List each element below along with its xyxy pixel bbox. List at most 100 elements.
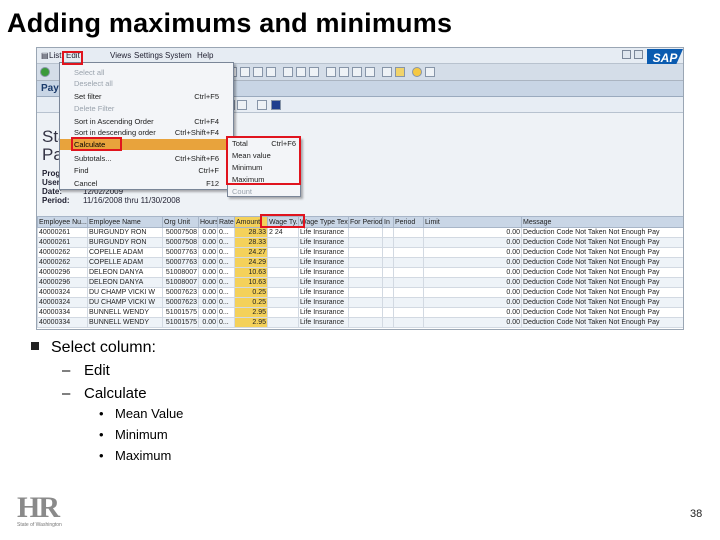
table-cell: 0.00 [198,317,218,328]
table-row[interactable]: 40000261 BURGUNDY RON 50007508 0.00 0... 28.3… [37,237,683,248]
table-cell: Life Insurance [298,237,349,248]
menu-list-icon[interactable]: ▤ [41,51,49,60]
info-icon[interactable] [271,100,281,110]
edit-menu-item[interactable]: Sort in Ascending Order Ctrl+F4 [60,116,233,127]
table-row[interactable]: 40000262 COPELLE ADAM 50007763 0.00 0... 24.2… [37,247,683,258]
table-cell: 0.00 [423,257,522,268]
layout-icon[interactable] [425,67,435,77]
edit-menu-item[interactable]: Delete Filter [60,103,233,114]
table-cell [393,277,424,288]
submenu-item[interactable]: Count [228,187,300,197]
edit-menu-item[interactable]: Set filter Ctrl+F5 [60,91,233,102]
enter-icon[interactable] [40,67,50,77]
table-cell: 0.00 [198,307,218,318]
column-header[interactable]: Period [393,216,424,228]
table-cell: 40000261 [37,227,88,238]
table-cell: 0... [217,307,235,318]
table-cell: 0.00 [198,237,218,248]
find-next-icon[interactable] [309,67,319,77]
edit-menu-item[interactable]: Cancel F12 [60,178,233,189]
find-icon[interactable] [296,67,306,77]
table-row[interactable]: 40000262 COPELLE ADAM 50007763 0.00 0... 24.2… [37,257,683,268]
table-cell: Life Insurance [298,247,349,258]
table-row[interactable]: 40000324 DU CHAMP VICKI W 50007623 0.00 0...… [37,287,683,298]
column-header[interactable]: For Period [348,216,383,228]
table-cell [382,227,394,238]
bullet-text: Minimum [115,427,168,442]
exit-icon[interactable] [253,67,263,77]
header-label-period: Period: [42,196,70,205]
table-cell: Deduction Code Not Taken Not Enough Pay [521,297,683,308]
menu-settings[interactable]: Settings [134,51,163,60]
table-row[interactable]: 40000324 DU CHAMP VICKI W 50007623 0.00 0...… [37,297,683,308]
table-cell: 50007508 [162,237,199,248]
table-row[interactable]: 40000334 BUNNELL WENDY 51001575 0.00 0... 2.9… [37,307,683,318]
table-cell: 0... [217,227,235,238]
table-cell: Life Insurance [298,307,349,318]
sort-descending-icon[interactable] [237,100,247,110]
table-cell: 0... [217,257,235,268]
edit-menu-item[interactable]: Deselect all [60,78,233,89]
minimize-icon[interactable] [622,50,631,59]
new-session-icon[interactable] [382,67,392,77]
table-cell: 2 24 [267,227,299,238]
bullet-edit: – Edit [62,362,110,379]
amount-column-highlight [260,214,305,228]
table-cell: 0.00 [198,247,218,258]
menu-list[interactable]: List [49,51,61,60]
menu-help[interactable]: Help [197,51,213,60]
menu-item-label: Sort in descending order [74,128,156,137]
column-header[interactable]: In [382,216,394,228]
table-cell: 0.25 [234,297,268,308]
column-header[interactable]: Hours [198,216,218,228]
table-cell [382,307,394,318]
table-body: 40000261 BURGUNDY RON 50007508 0.00 0... 28.3… [37,227,683,328]
column-header[interactable]: Limit [423,216,522,228]
menu-item-shortcut: Ctrl+F5 [194,92,219,101]
table-cell: 40000262 [37,257,88,268]
table-cell: BURGUNDY RON [87,227,163,238]
table-cell: 50007763 [162,247,199,258]
column-header[interactable]: Employee Name [87,216,163,228]
menu-system[interactable]: System [165,51,192,60]
table-cell: 51008007 [162,267,199,278]
table-row[interactable]: 40000261 BURGUNDY RON 50007508 0.00 0... 28.3… [37,227,683,238]
square-bullet-icon [31,342,39,350]
table-cell [393,287,424,298]
print-icon[interactable] [283,67,293,77]
back-icon[interactable] [240,67,250,77]
table-cell: COPELLE ADAM [87,257,163,268]
shortcut-icon[interactable] [395,67,405,77]
first-page-icon[interactable] [326,67,336,77]
table-cell [348,257,383,268]
cancel-icon[interactable] [266,67,276,77]
column-header[interactable]: Wage Type Text [298,216,349,228]
last-page-icon[interactable] [365,67,375,77]
column-header[interactable]: Rate [217,216,235,228]
table-cell: Life Insurance [298,267,349,278]
table-cell: 40000334 [37,307,88,318]
menu-views[interactable]: Views [110,51,131,60]
table-cell [348,247,383,258]
edit-menu-item[interactable]: Find Ctrl+F [60,165,233,176]
table-cell: 2.95 [234,317,268,328]
table-row[interactable]: 40000296 DELEON DANYA 51008007 0.00 0... 10.6… [37,277,683,288]
edit-menu-item[interactable]: Subtotals... Ctrl+Shift+F6 [60,153,233,164]
bullet-select-column: Select column: [31,339,156,357]
table-cell [348,277,383,288]
table-cell [348,307,383,318]
close-icon[interactable] [634,50,643,59]
column-header[interactable]: Employee Nu... [37,216,88,228]
filter-icon[interactable] [257,100,267,110]
table-cell: 51001575 [162,317,199,328]
edit-menu-item[interactable]: Select all [60,67,233,78]
table-row[interactable]: 40000334 BUNNELL WENDY 51001575 0.00 0... 2.9… [37,317,683,328]
column-header[interactable]: Message [521,216,683,228]
help-icon[interactable] [412,67,422,77]
table-cell: 24.27 [234,247,268,258]
prev-page-icon[interactable] [339,67,349,77]
table-cell: 0.00 [198,297,218,308]
table-row[interactable]: 40000296 DELEON DANYA 51008007 0.00 0... 10.6… [37,267,683,278]
column-header[interactable]: Org Unit [162,216,199,228]
next-page-icon[interactable] [352,67,362,77]
